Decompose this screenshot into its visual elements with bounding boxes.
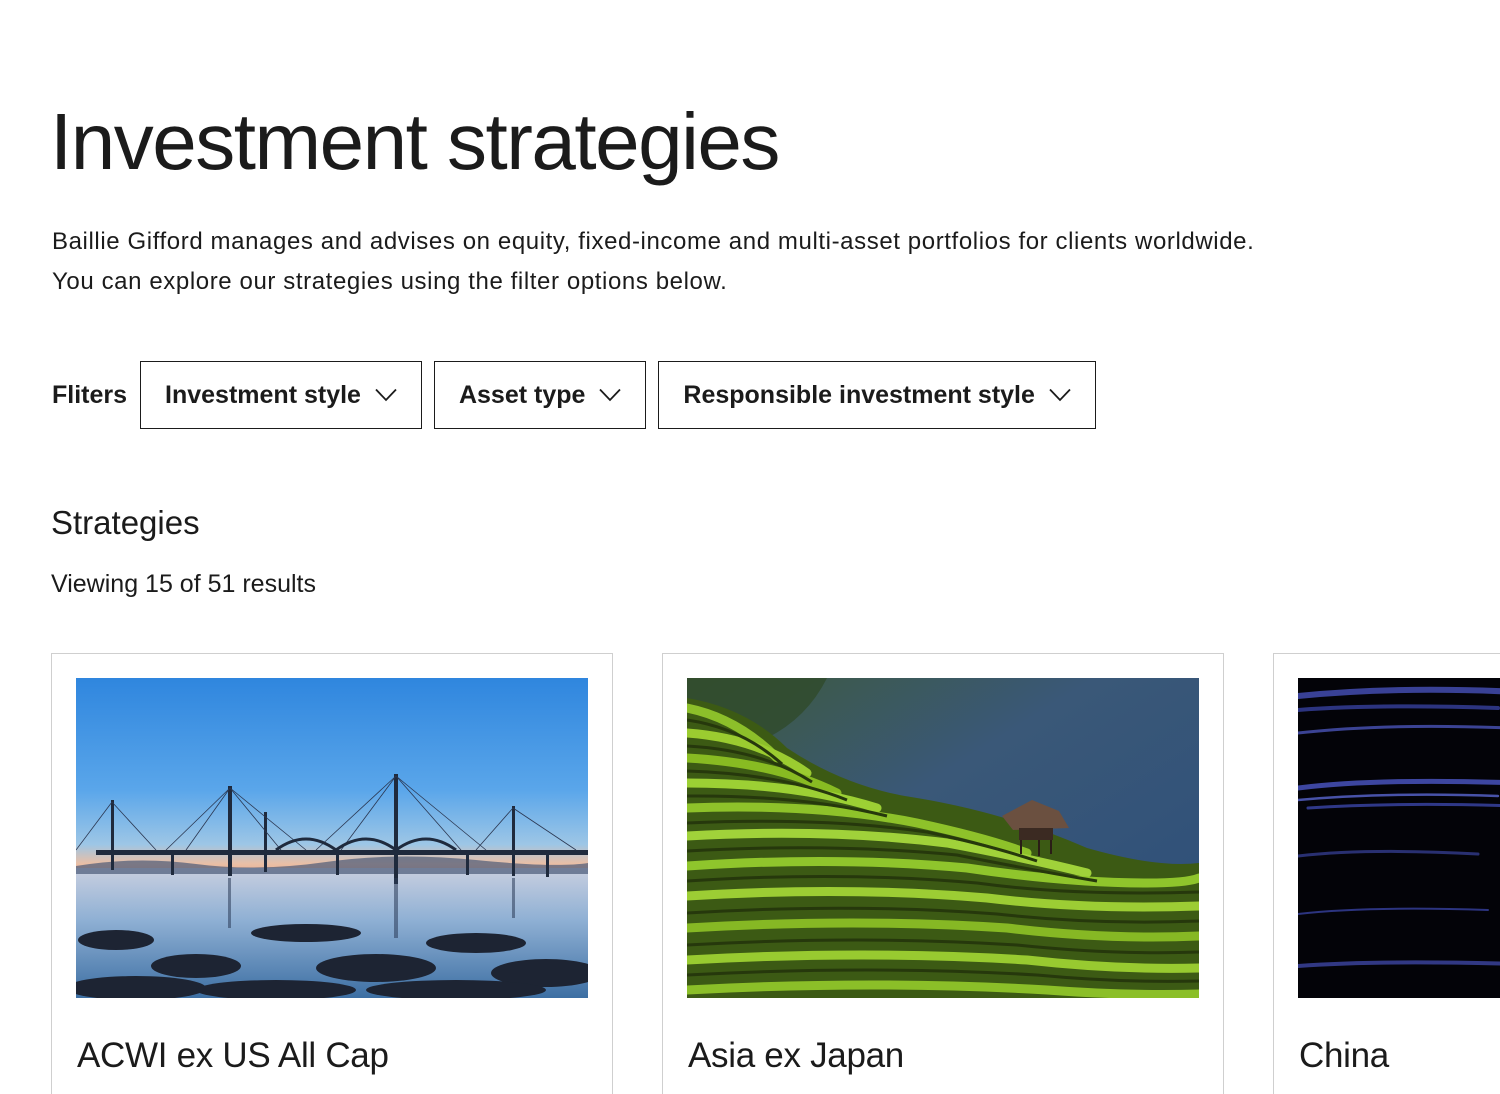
asset-type-filter[interactable]: Asset type bbox=[433, 361, 647, 429]
chevron-down-icon bbox=[1049, 388, 1071, 402]
intro-line-1: Baillie Gifford manages and advises on e… bbox=[52, 228, 1255, 255]
filters-label: Fliters bbox=[52, 380, 128, 409]
page-title: Investment strategies bbox=[50, 97, 780, 186]
investment-style-filter-label: Investment style bbox=[165, 380, 361, 409]
strategy-card-asia-ex-japan[interactable]: Asia ex Japan bbox=[662, 653, 1224, 1094]
strategies-heading: Strategies bbox=[51, 504, 200, 541]
filters-bar: Fliters Investment style Asset type Resp… bbox=[52, 360, 1108, 430]
strategy-card-title: Asia ex Japan bbox=[688, 1036, 904, 1075]
strategy-card-title: China bbox=[1299, 1036, 1389, 1075]
responsible-investment-style-filter-label: Responsible investment style bbox=[683, 380, 1035, 409]
asset-type-filter-label: Asset type bbox=[458, 380, 586, 409]
page: Investment strategies Baillie Gifford ma… bbox=[0, 0, 1500, 1094]
dark-blue-brushstrokes-image bbox=[1298, 678, 1500, 998]
strategy-card-acwi-ex-us-all-cap[interactable]: ACWI ex US All Cap bbox=[51, 653, 613, 1094]
strategy-card-title: ACWI ex US All Cap bbox=[77, 1036, 389, 1075]
strategy-card-china[interactable]: China bbox=[1273, 653, 1500, 1094]
responsible-investment-style-filter[interactable]: Responsible investment style bbox=[658, 361, 1096, 429]
bridges-at-dusk-photo bbox=[76, 678, 588, 998]
chevron-down-icon bbox=[599, 388, 622, 402]
chevron-down-icon bbox=[375, 388, 397, 402]
intro-line-2: You can explore our strategies using the… bbox=[52, 268, 728, 295]
intro-text: Baillie Gifford manages and advises on e… bbox=[52, 222, 1472, 302]
rice-terraces-photo bbox=[687, 678, 1199, 998]
results-count: Viewing 15 of 51 results bbox=[51, 570, 316, 598]
investment-style-filter[interactable]: Investment style bbox=[140, 361, 422, 429]
